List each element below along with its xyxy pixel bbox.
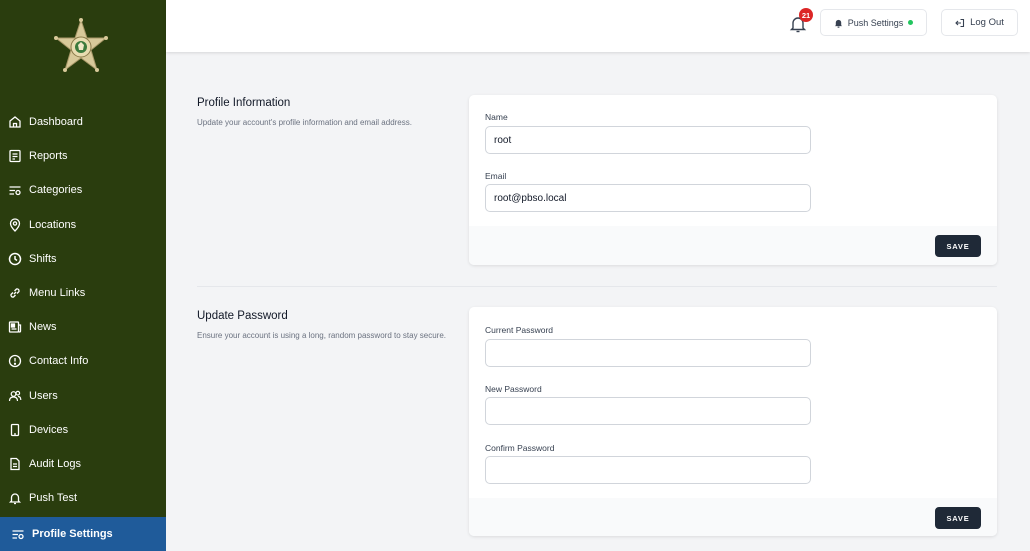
logout-icon — [955, 18, 965, 27]
push-settings-label: Push Settings — [847, 17, 904, 28]
sidebar-item-label: Users — [29, 389, 58, 402]
settings-icon — [11, 527, 25, 541]
top-header: 21 Push Settings Log Out — [166, 0, 1030, 52]
profile-section-description: Update your account's profile informatio… — [197, 118, 412, 127]
update-password-card: Current Password New Password Confirm Pa… — [469, 307, 997, 536]
sidebar-item-label: Profile Settings — [32, 528, 113, 541]
link-icon — [8, 286, 22, 300]
push-status-indicator — [908, 20, 914, 25]
sidebar-item-label: Menu Links — [29, 287, 86, 300]
bell-icon — [8, 491, 22, 505]
email-label: Email — [485, 171, 507, 181]
sidebar-item-label: Dashboard — [29, 116, 83, 129]
profile-save-button[interactable]: SAVE — [935, 235, 981, 257]
sheriff-star-badge-logo — [54, 18, 108, 72]
push-settings-button[interactable]: Push Settings — [820, 9, 927, 36]
name-input[interactable] — [485, 126, 811, 154]
new-password-label: New Password — [485, 384, 542, 394]
sidebar-item-label: Audit Logs — [29, 457, 81, 470]
sidebar-item-label: Shifts — [29, 252, 57, 265]
password-card-footer: SAVE — [469, 498, 997, 536]
name-label: Name — [485, 112, 508, 122]
sidebar-item-dashboard[interactable]: Dashboard — [0, 105, 166, 139]
sidebar: Dashboard Reports Categories Locations S… — [0, 0, 166, 551]
confirm-password-label: Confirm Password — [485, 443, 555, 453]
sidebar-item-label: Push Test — [29, 492, 78, 505]
sidebar-item-push-test[interactable]: Push Test — [0, 481, 166, 515]
password-save-button[interactable]: SAVE — [935, 507, 981, 529]
sidebar-item-label: Locations — [29, 218, 77, 231]
users-icon — [8, 389, 22, 403]
current-password-label: Current Password — [485, 325, 554, 335]
sidebar-item-locations[interactable]: Locations — [0, 208, 166, 242]
section-divider — [197, 286, 997, 287]
sidebar-item-categories[interactable]: Categories — [0, 173, 166, 207]
sidebar-item-label: News — [29, 321, 57, 334]
document-icon — [8, 457, 22, 471]
logout-label: Log Out — [970, 17, 1004, 28]
info-icon — [8, 354, 22, 368]
password-section-description: Ensure your account is using a long, ran… — [197, 331, 447, 340]
home-icon — [8, 115, 22, 129]
sidebar-item-menu-links[interactable]: Menu Links — [0, 276, 166, 310]
logout-button[interactable]: Log Out — [941, 9, 1018, 36]
profile-information-card: Name Email SAVE — [469, 95, 997, 265]
profile-section-title: Profile Information — [197, 97, 291, 109]
sidebar-item-shifts[interactable]: Shifts — [0, 242, 166, 276]
email-input[interactable] — [485, 184, 811, 212]
notification-count-badge: 21 — [799, 8, 813, 22]
new-password-input[interactable] — [485, 397, 811, 425]
filter-icon — [8, 183, 22, 197]
sidebar-item-audit-logs[interactable]: Audit Logs — [0, 447, 166, 481]
sidebar-item-label: Categories — [29, 184, 83, 197]
bell-icon — [834, 19, 842, 28]
sidebar-item-label: Reports — [29, 150, 68, 163]
sidebar-item-label: Contact Info — [29, 355, 89, 368]
password-section-title: Update Password — [197, 310, 288, 322]
sidebar-item-devices[interactable]: Devices — [0, 413, 166, 447]
sidebar-item-contact-info[interactable]: Contact Info — [0, 344, 166, 378]
report-icon — [8, 149, 22, 163]
sidebar-item-profile-settings[interactable]: Profile Settings — [0, 517, 166, 551]
sidebar-item-users[interactable]: Users — [0, 379, 166, 413]
sidebar-item-news[interactable]: News — [0, 310, 166, 344]
confirm-password-input[interactable] — [485, 456, 811, 484]
sidebar-item-reports[interactable]: Reports — [0, 139, 166, 173]
sidebar-nav: Dashboard Reports Categories Locations S… — [0, 105, 166, 551]
profile-card-footer: SAVE — [469, 226, 997, 265]
newspaper-icon — [8, 320, 22, 334]
phone-icon — [8, 423, 22, 437]
map-pin-icon — [8, 218, 22, 232]
current-password-input[interactable] — [485, 339, 811, 367]
sidebar-item-label: Devices — [29, 423, 69, 436]
clock-icon — [8, 252, 22, 266]
